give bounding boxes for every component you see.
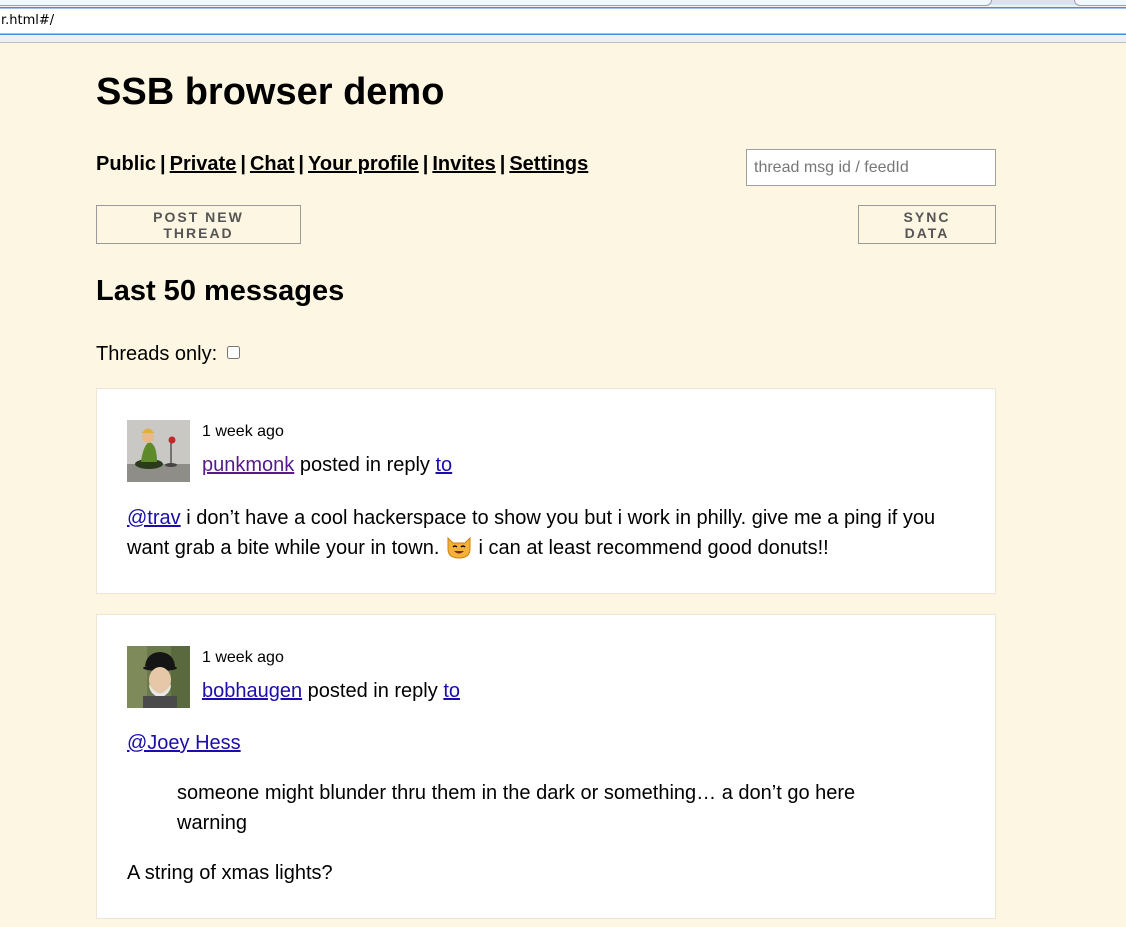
browser-tab[interactable]: [1074, 0, 1126, 6]
app-title: SSB browser demo: [96, 71, 445, 113]
mention-link[interactable]: @trav: [127, 507, 181, 529]
avatar[interactable]: [127, 646, 190, 708]
message-text: A string of xmas lights?: [127, 862, 333, 884]
nav-separator: |: [160, 153, 166, 175]
message-mention: @Joey Hess: [127, 728, 241, 758]
nav-invites-link[interactable]: Invites: [432, 153, 495, 175]
nav-settings-link[interactable]: Settings: [509, 153, 588, 175]
threads-only-checkbox[interactable]: [227, 345, 241, 359]
message-card: 1 week ago punkmonk posted in reply to @…: [96, 388, 996, 594]
sync-data-button[interactable]: SYNC DATA: [858, 205, 996, 244]
nav-separator: |: [499, 153, 506, 175]
message-timestamp: 1 week ago: [202, 649, 284, 666]
threads-only-filter: Threads only:: [96, 340, 241, 368]
reply-to-link[interactable]: to: [435, 454, 452, 476]
message-byline: bobhaugen posted in reply to: [202, 678, 460, 704]
message-text: i can at least recommend good donuts!!: [472, 537, 829, 559]
mention-link[interactable]: @Joey Hess: [127, 732, 241, 754]
author-link[interactable]: bobhaugen: [202, 680, 302, 702]
search-input[interactable]: [746, 149, 996, 186]
nav-private-link[interactable]: Private: [170, 153, 237, 175]
nav-separator: |: [240, 153, 246, 175]
post-new-thread-button[interactable]: POST NEW THREAD: [96, 205, 301, 244]
byline-action: posted in reply: [299, 454, 430, 476]
avatar[interactable]: [127, 420, 190, 482]
nav-separator: |: [422, 153, 429, 175]
author-link[interactable]: punkmonk: [202, 454, 294, 476]
message-byline: punkmonk posted in reply to: [202, 452, 452, 478]
smiley-cat-icon: [445, 535, 473, 559]
nav-chat-link[interactable]: Chat: [250, 153, 294, 175]
browser-chrome: r.html#/: [0, 0, 1126, 43]
byline-action: posted in reply: [307, 680, 438, 702]
threads-only-label: Threads only:: [96, 343, 218, 365]
message-timestamp: 1 week ago: [202, 423, 284, 440]
main-nav: Public | Private | Chat | Your profile | Invites…: [96, 150, 588, 178]
quoted-text: someone might blunder thru them in the d…: [177, 782, 856, 834]
reply-to-link[interactable]: to: [443, 680, 460, 702]
nav-public: Public: [96, 153, 157, 175]
message-card: 1 week ago bobhaugen posted in reply to …: [96, 614, 996, 919]
nav-separator: |: [298, 153, 305, 175]
nav-profile-link[interactable]: Your profile: [308, 153, 419, 175]
address-bar[interactable]: r.html#/: [0, 7, 1126, 35]
browser-tab[interactable]: [0, 0, 992, 6]
message-content: @trav i don’t have a cool hackerspace to…: [127, 503, 955, 563]
section-title: Last 50 messages: [96, 275, 345, 307]
